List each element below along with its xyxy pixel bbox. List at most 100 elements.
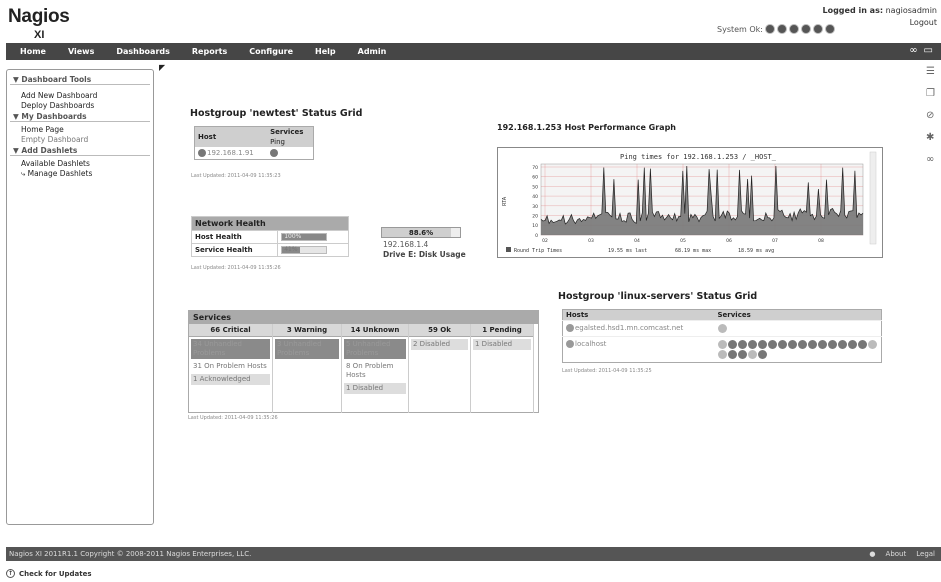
hostgroup-newtest-updated: Last Updated: 2011-04-09 11:35:23 <box>191 173 281 179</box>
sidebar-item-home-page[interactable]: Home Page <box>7 125 153 135</box>
system-status: System Ok: <box>717 24 835 34</box>
services-column-header[interactable]: 66 Critical <box>189 324 272 337</box>
service-status-icon[interactable] <box>827 340 837 349</box>
logout-link[interactable]: Logout <box>822 17 937 29</box>
services-cell[interactable]: 8 On Problem Hosts <box>344 361 406 381</box>
service-status-icon[interactable] <box>717 350 727 359</box>
service-status-icon[interactable] <box>837 340 847 349</box>
service-status-icon[interactable] <box>797 340 807 349</box>
section-title: Add Dashlets <box>21 146 78 155</box>
nav-configure[interactable]: Configure <box>249 47 293 56</box>
service-status-icon[interactable] <box>757 340 767 349</box>
nagios-logo[interactable]: Nagios XI <box>8 6 70 41</box>
disk-usage-bar[interactable]: 88.6% <box>381 227 461 238</box>
sidebar-item-add-new-dashboard[interactable]: Add New Dashboard <box>7 91 153 101</box>
y-tick-label: 10 <box>532 223 538 229</box>
service-status-icon[interactable] <box>867 340 877 349</box>
about-link[interactable]: About <box>886 547 907 561</box>
service-status-icon[interactable] <box>757 350 767 359</box>
filter-icon[interactable]: ☰ <box>926 66 935 77</box>
logged-in-label: Logged in as: <box>822 6 884 15</box>
nav-dashboards[interactable]: Dashboards <box>116 47 170 56</box>
service-status-icon[interactable] <box>857 340 867 349</box>
services-column: 66 Critical 34 Unhandled Problems 31 On Pr… <box>189 324 273 413</box>
status-ok-icon[interactable] <box>825 24 835 34</box>
sidebar-section-add-dashlets[interactable]: ▼ Add Dashlets <box>10 145 150 156</box>
sidebar-section-my-dashboards[interactable]: ▼ My Dashboards <box>10 111 150 122</box>
services-cell[interactable]: 3 Unhandled Problems <box>275 339 339 359</box>
collapse-corner-icon[interactable]: ◤ <box>159 63 165 72</box>
status-ok-icon[interactable] <box>789 24 799 34</box>
graph-scrollbar[interactable] <box>869 151 877 245</box>
service-status-icon[interactable] <box>747 340 757 349</box>
services-column-header[interactable]: 1 Pending <box>471 324 533 337</box>
sidebar-item-deploy-dashboards[interactable]: Deploy Dashboards <box>7 101 153 111</box>
service-status-icon[interactable] <box>727 340 737 349</box>
host-health-bar-cell: 100% <box>277 230 349 244</box>
sidebar-section-dashboard-tools[interactable]: ▼ Dashboard Tools <box>10 74 150 85</box>
services-cell[interactable]: 2 Disabled <box>411 339 468 350</box>
sidebar-item-empty-dashboard[interactable]: Empty Dashboard <box>7 135 153 145</box>
services-column: 14 Unknown 5 Unhandled Problems 8 On Probl… <box>342 324 409 413</box>
x-tick-label: 04 <box>634 238 640 244</box>
service-status-icon[interactable] <box>737 350 747 359</box>
sidebar-item-manage-dashlets[interactable]: ⤷ Manage Dashlets <box>7 169 153 179</box>
services-cell[interactable]: 5 Unhandled Problems <box>344 339 406 359</box>
service-status-icon[interactable] <box>787 340 797 349</box>
service-status-icon[interactable] <box>847 340 857 349</box>
legal-link[interactable]: Legal <box>916 547 935 561</box>
x-ticks: 02 03 04 05 06 07 08 <box>542 238 824 244</box>
status-ok-icon[interactable] <box>801 24 811 34</box>
block-icon[interactable]: ⊘ <box>926 110 935 121</box>
sidebar: ▼ Dashboard Tools Add New Dashboard Depl… <box>6 69 154 525</box>
service-cell[interactable] <box>267 147 313 160</box>
graph-title: Ping times for 192.168.1.253 / _HOST_ <box>620 153 777 161</box>
nav-views[interactable]: Views <box>68 47 94 56</box>
host-health-value: 100% <box>284 233 302 240</box>
services-cell[interactable]: 34 Unhandled Problems <box>191 339 270 359</box>
service-status-icon[interactable] <box>767 340 777 349</box>
perf-graph[interactable]: Ping times for 192.168.1.253 / _HOST_ RT… <box>497 147 883 258</box>
service-status-icon[interactable] <box>777 340 787 349</box>
status-ok-icon[interactable] <box>813 24 823 34</box>
service-status-icon[interactable] <box>817 340 827 349</box>
services-column-header[interactable]: 59 Ok <box>409 324 470 337</box>
nav-help[interactable]: Help <box>315 47 336 56</box>
main-nav: Home Views Dashboards Reports Configure … <box>6 43 941 60</box>
nav-home[interactable]: Home <box>20 47 46 56</box>
status-ok-icon[interactable] <box>765 24 775 34</box>
host-cell[interactable]: egalsted.hsd1.mn.comcast.net <box>562 320 715 337</box>
x-tick-label: 07 <box>772 238 778 244</box>
service-status-icon[interactable] <box>747 350 757 359</box>
copy-icon[interactable]: ❐ <box>926 88 935 99</box>
service-name[interactable]: Ping <box>267 137 314 147</box>
services-title: Services <box>189 311 538 324</box>
host-cell[interactable]: 192.168.1.91 <box>195 147 268 160</box>
gear-icon[interactable]: ✱ <box>926 132 935 143</box>
services-cell[interactable]: 1 Disabled <box>473 339 531 350</box>
page-root: Nagios XI Logged in as: nagiosadmin Logo… <box>0 0 941 582</box>
service-status-icon[interactable] <box>717 340 727 349</box>
status-ok-icon[interactable] <box>777 24 787 34</box>
service-status-icon[interactable] <box>807 340 817 349</box>
services-cell[interactable]: 1 Disabled <box>344 383 406 394</box>
service-status-icon[interactable] <box>727 350 737 359</box>
service-status-icon[interactable] <box>717 324 727 333</box>
link-icon[interactable]: ∞ <box>926 154 935 165</box>
link-icon[interactable]: ∞ <box>909 45 917 56</box>
services-column: 1 Pending 1 Disabled <box>471 324 534 413</box>
services-column-header[interactable]: 3 Warning <box>273 324 341 337</box>
check-updates[interactable]: ↑ Check for Updates <box>6 569 92 578</box>
services-cell[interactable]: 1 Acknowledged <box>191 374 270 385</box>
service-status-icon[interactable] <box>737 340 747 349</box>
nav-admin[interactable]: Admin <box>358 47 387 56</box>
feedback-icon[interactable]: ▭ <box>924 45 933 56</box>
services-column-header[interactable]: 14 Unknown <box>342 324 408 337</box>
services-cell[interactable]: 31 On Problem Hosts <box>191 361 270 372</box>
host-cell[interactable]: localhost <box>562 336 715 363</box>
footer-info-icon[interactable]: ● <box>869 547 875 561</box>
sidebar-item-available-dashlets[interactable]: Available Dashlets <box>7 159 153 169</box>
nav-reports[interactable]: Reports <box>192 47 227 56</box>
logged-in-user[interactable]: nagiosadmin <box>886 6 937 15</box>
services-columns: 66 Critical 34 Unhandled Problems 31 On Pr… <box>189 324 538 413</box>
